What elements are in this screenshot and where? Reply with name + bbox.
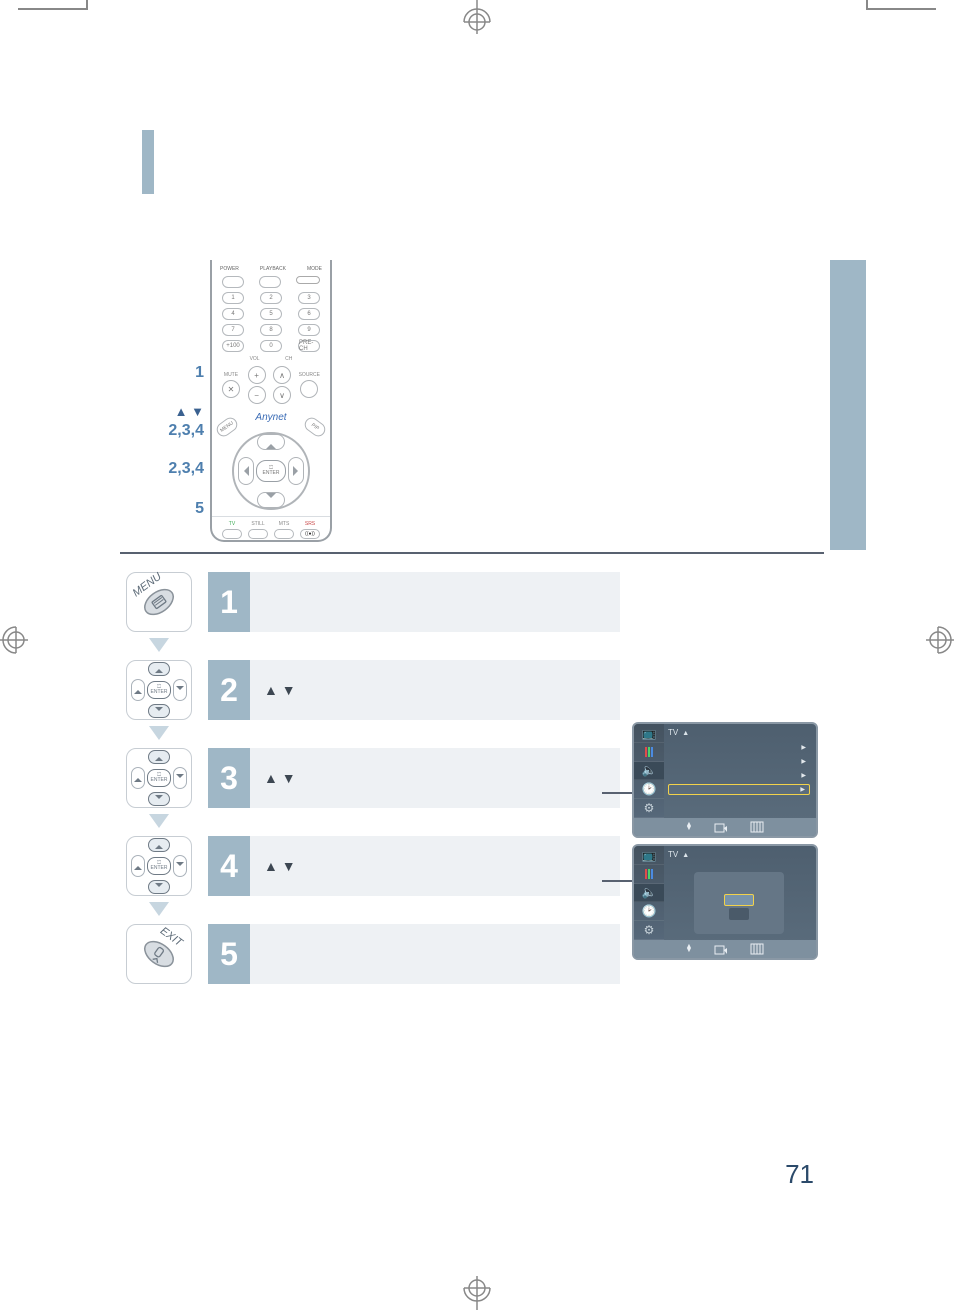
step-number-badge: 1 — [208, 572, 250, 632]
remote-label-mode: MODE — [307, 266, 322, 272]
step-icon-menu: MENU — [126, 572, 192, 632]
remote-label-ch: CH — [285, 356, 292, 362]
step-body: 3 ▲ ▼ — [208, 748, 620, 808]
osd-tab-icon-selected: 🔈 — [634, 762, 664, 781]
step-row: ⏍ENTER 4 ▲ ▼ — [120, 836, 620, 924]
registration-mark-bottom — [460, 1276, 494, 1310]
step-text: ▲ ▼ — [250, 748, 620, 808]
osd-tab-icon: 🕑 — [634, 780, 664, 799]
registration-mark-right — [926, 623, 954, 657]
step-connector-icon — [149, 814, 169, 828]
crop-marks-top — [0, 0, 954, 40]
step-connector-icon — [149, 638, 169, 652]
step-row: EXIT 5 — [120, 924, 620, 984]
remote-label-source: SOURCE — [299, 372, 320, 378]
callout-234-a: 2,3,4 — [168, 422, 204, 440]
source-button[interactable] — [300, 380, 318, 398]
remote-label-vol: VOL — [250, 356, 260, 362]
step-icon-dpad: ⏍ENTER — [126, 836, 192, 896]
callout-1: 1 — [195, 364, 204, 382]
step-body: 4 ▲ ▼ — [208, 836, 620, 896]
step-row: ⏍ENTER 3 ▲ ▼ — [120, 748, 620, 836]
callout-5: 5 — [195, 500, 204, 518]
step-connector-icon — [149, 902, 169, 916]
osd-tab-icon: ⚙ — [634, 921, 664, 940]
section-divider — [120, 552, 824, 554]
mts-button[interactable] — [274, 529, 294, 539]
step-text: ▲ ▼ — [250, 660, 620, 720]
step-icon-exit: EXIT — [126, 924, 192, 984]
tv-button[interactable] — [222, 529, 242, 539]
registration-mark-left — [0, 623, 28, 657]
still-button[interactable] — [248, 529, 268, 539]
step-row: MENU 1 — [120, 572, 620, 660]
remote-label-playback: PLAYBACK — [260, 266, 286, 272]
remote-callouts: 1 ▲ ▼ 2,3,4 2,3,4 5 — [138, 260, 208, 550]
callout-234-b: 2,3,4 — [168, 460, 204, 478]
heading-accent-bar — [142, 130, 154, 194]
osd-footer: ▲▼ — [634, 818, 816, 836]
callout-line — [602, 792, 632, 794]
crop-marks-bottom — [0, 1270, 954, 1310]
step-number-badge: 4 — [208, 836, 250, 896]
remote-label-mute: MUTE — [224, 372, 238, 378]
vol-down-button[interactable]: − — [248, 386, 266, 404]
osd-tab-icon-selected: 🔈 — [634, 884, 664, 903]
osd-screenshot-1: 📺 🔈 🕑 ⚙ TV▲ ▶ ▶ ▶ ▶ ▲▼ — [632, 722, 818, 838]
registration-mark-top — [460, 0, 494, 34]
osd-title: TV — [668, 728, 678, 737]
step-number-badge: 2 — [208, 660, 250, 720]
osd-tab-icon: 🕑 — [634, 902, 664, 921]
osd-title: TV — [668, 850, 678, 859]
step-number-badge: 5 — [208, 924, 250, 984]
step-number-badge: 3 — [208, 748, 250, 808]
callout-line — [602, 880, 632, 882]
osd-dialog — [694, 872, 784, 934]
enter-button[interactable]: ⏍ ENTER — [256, 460, 286, 482]
page-number: 71 — [785, 1159, 814, 1190]
ch-down-button[interactable]: ∨ — [273, 386, 291, 404]
step-body: 2 ▲ ▼ — [208, 660, 620, 720]
step-body: 1 — [208, 572, 620, 632]
osd-screenshot-2: 📺 🔈 🕑 ⚙ TV▲ ▲▼ — [632, 844, 818, 960]
step-icon-dpad: ⏍ENTER — [126, 748, 192, 808]
step-text — [250, 924, 620, 984]
dpad[interactable]: ⏍ ENTER — [232, 432, 310, 510]
section-tab — [830, 260, 866, 550]
step-text: ▲ ▼ — [250, 836, 620, 896]
osd-tab-icon: 📺 — [634, 724, 664, 743]
ch-up-button[interactable]: ∧ — [273, 366, 291, 384]
osd-option-selected — [724, 894, 754, 906]
step-text — [250, 572, 620, 632]
osd-tab-icon — [634, 743, 664, 762]
osd-tab-icon: 📺 — [634, 846, 664, 865]
steps-list: MENU 1 ⏍ENTER 2 ▲ ▼ — [120, 572, 620, 984]
step-connector-icon — [149, 726, 169, 740]
vol-up-button[interactable]: + — [248, 366, 266, 384]
callout-arrows: ▲ ▼ — [175, 404, 204, 419]
mute-button[interactable]: ✕ — [222, 380, 240, 398]
osd-option — [729, 908, 749, 920]
osd-tab-icon — [634, 865, 664, 884]
osd-footer: ▲▼ — [634, 940, 816, 958]
srs-button[interactable]: ((●)) — [300, 529, 320, 539]
step-icon-dpad: ⏍ENTER — [126, 660, 192, 720]
step-row: ⏍ENTER 2 ▲ ▼ — [120, 660, 620, 748]
osd-row-selected: ▶ — [668, 784, 810, 795]
remote-control: POWER PLAYBACK MODE 123 456 789 +1000PRE… — [210, 260, 332, 542]
remote-label-power: POWER — [220, 266, 239, 272]
osd-tab-icon: ⚙ — [634, 799, 664, 818]
step-body: 5 — [208, 924, 620, 984]
remote-diagram: 1 ▲ ▼ 2,3,4 2,3,4 5 POWER PLAYBACK MODE … — [138, 260, 338, 550]
